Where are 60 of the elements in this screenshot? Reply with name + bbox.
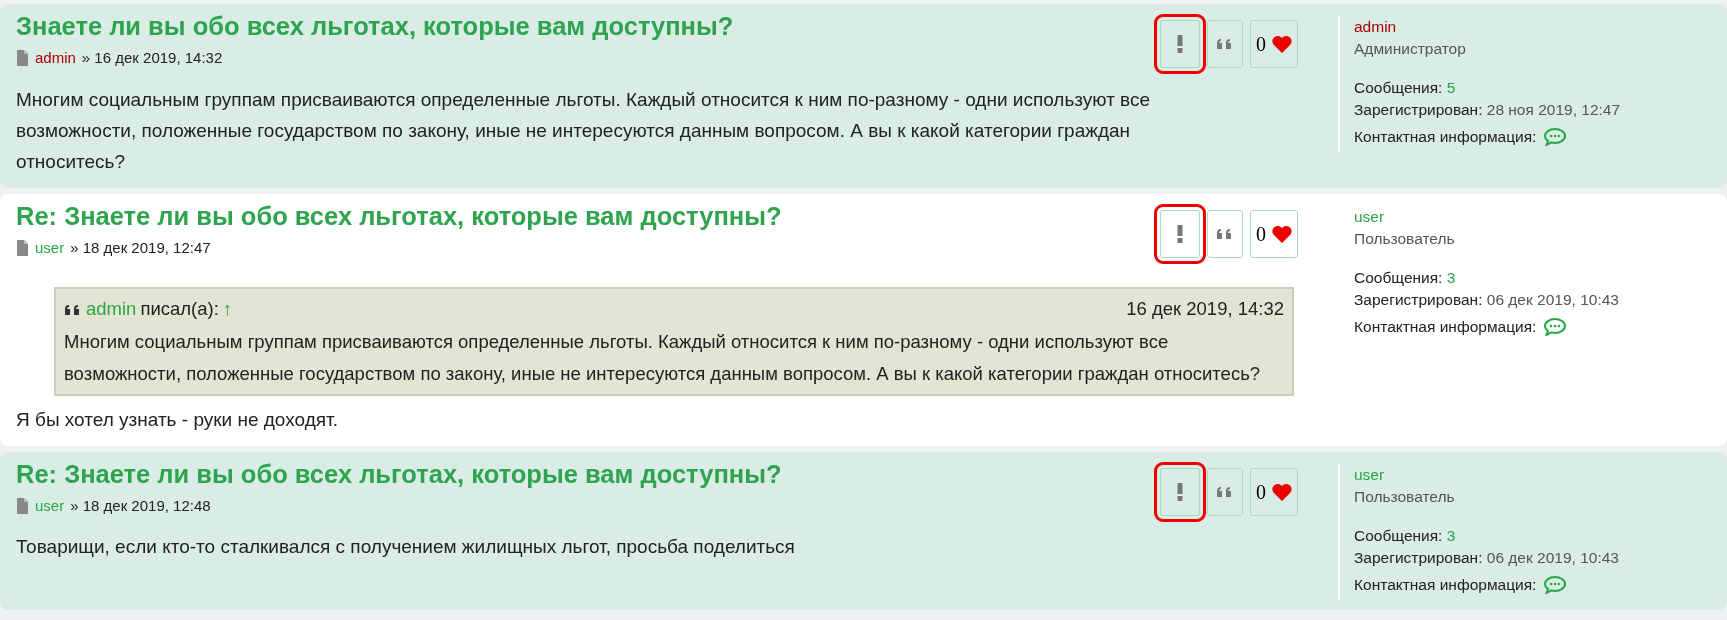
- post-text: Я бы хотел узнать - руки не доходят.: [16, 408, 339, 433]
- document-icon: [16, 498, 29, 515]
- contact-label: Контактная информация:: [1354, 574, 1537, 595]
- exclamation-icon: [1177, 35, 1183, 53]
- post-title[interactable]: Re: Знаете ли вы обо всех льготах, которые вам доступны?: [16, 199, 782, 233]
- post-date: » 18 дек 2019, 12:48: [70, 495, 211, 516]
- user-rank: Администратор: [1354, 39, 1467, 60]
- registered-date: 28 ноя 2019, 12:47: [1486, 101, 1621, 119]
- exclamation-icon: [1177, 482, 1183, 501]
- author-link[interactable]: admin: [35, 47, 76, 70]
- quote-wrote: писал(а):: [140, 297, 219, 322]
- registered-label: Зарегистрирован:: [1354, 549, 1483, 567]
- username-link[interactable]: user: [1354, 463, 1619, 487]
- quote-button[interactable]: [1207, 20, 1243, 68]
- document-icon: [16, 50, 29, 67]
- quote-text: Многим социальным группам присваиваются определенные льготы. Каждый относится к ним по-разному - одни используют все возможности, положенные государством по закону, иные не интересуются данным вопросом. А вы к какой категории граждан относитесь?: [64, 329, 1262, 387]
- posts-label: Сообщения:: [1354, 526, 1443, 544]
- author-link[interactable]: user: [35, 236, 65, 260]
- author-link[interactable]: admin: [86, 293, 137, 326]
- quote-button[interactable]: [1207, 467, 1243, 516]
- up-arrow-link[interactable]: ↑: [222, 293, 233, 326]
- username-link[interactable]: user: [1354, 205, 1619, 229]
- posts-count-link[interactable]: 3: [1446, 526, 1456, 544]
- quote-date: 16 дек 2019, 14:32: [1126, 297, 1284, 322]
- like-count: 0: [1256, 32, 1266, 57]
- posts-label: Сообщения:: [1354, 78, 1443, 96]
- posts-label: Сообщения:: [1354, 268, 1443, 286]
- quote-icon: [1216, 36, 1234, 52]
- author-link[interactable]: user: [35, 494, 65, 518]
- post-text: Многим социальным группам присваиваются определенные льготы. Каждый относится к ним по-разному - одни используют все возможности, положенные государством по закону, иные не интересуются данным вопросом. А вы к какой категории граждан относитесь?: [16, 87, 1152, 175]
- post-text: Товарищи, если кто-то сталкивался с получением жилищных льгот, просьба поделиться: [16, 535, 796, 560]
- post-title[interactable]: Re: Знаете ли вы обо всех льготах, которые вам доступны?: [16, 457, 782, 491]
- user-rank: Пользователь: [1354, 487, 1456, 508]
- like-count: 0: [1256, 221, 1266, 247]
- posts-count-link[interactable]: 3: [1446, 268, 1456, 286]
- heart-icon: [1272, 482, 1292, 501]
- like-button[interactable]: 0: [1250, 467, 1298, 516]
- like-count: 0: [1256, 479, 1266, 505]
- chat-bubble-icon: [1544, 317, 1567, 336]
- chat-bubble-icon: [1544, 128, 1567, 147]
- post-date: » 18 дек 2019, 12:47: [70, 237, 211, 258]
- document-icon: [16, 240, 29, 257]
- registered-label: Зарегистрирован:: [1354, 291, 1483, 309]
- user-rank: Пользователь: [1354, 229, 1456, 250]
- posts-count-link[interactable]: 5: [1446, 78, 1456, 96]
- like-button[interactable]: 0: [1250, 209, 1298, 258]
- chat-bubble-icon: [1544, 575, 1567, 594]
- like-button[interactable]: 0: [1250, 20, 1298, 68]
- exclamation-icon: [1177, 224, 1183, 243]
- heart-icon: [1272, 35, 1292, 53]
- contact-label: Контактная информация:: [1354, 126, 1537, 147]
- post-title[interactable]: Знаете ли вы обо всех льготах, которые вам доступны?: [16, 10, 734, 44]
- post-date: » 16 дек 2019, 14:32: [81, 48, 223, 69]
- registered-label: Зарегистрирован:: [1354, 101, 1483, 119]
- username-link[interactable]: admin: [1354, 16, 1621, 39]
- registered-date: 06 дек 2019, 10:43: [1486, 291, 1619, 309]
- contact-label: Контактная информация:: [1354, 316, 1537, 337]
- quote-button[interactable]: [1207, 209, 1243, 258]
- registered-date: 06 дек 2019, 10:43: [1486, 549, 1619, 567]
- heart-icon: [1272, 224, 1292, 243]
